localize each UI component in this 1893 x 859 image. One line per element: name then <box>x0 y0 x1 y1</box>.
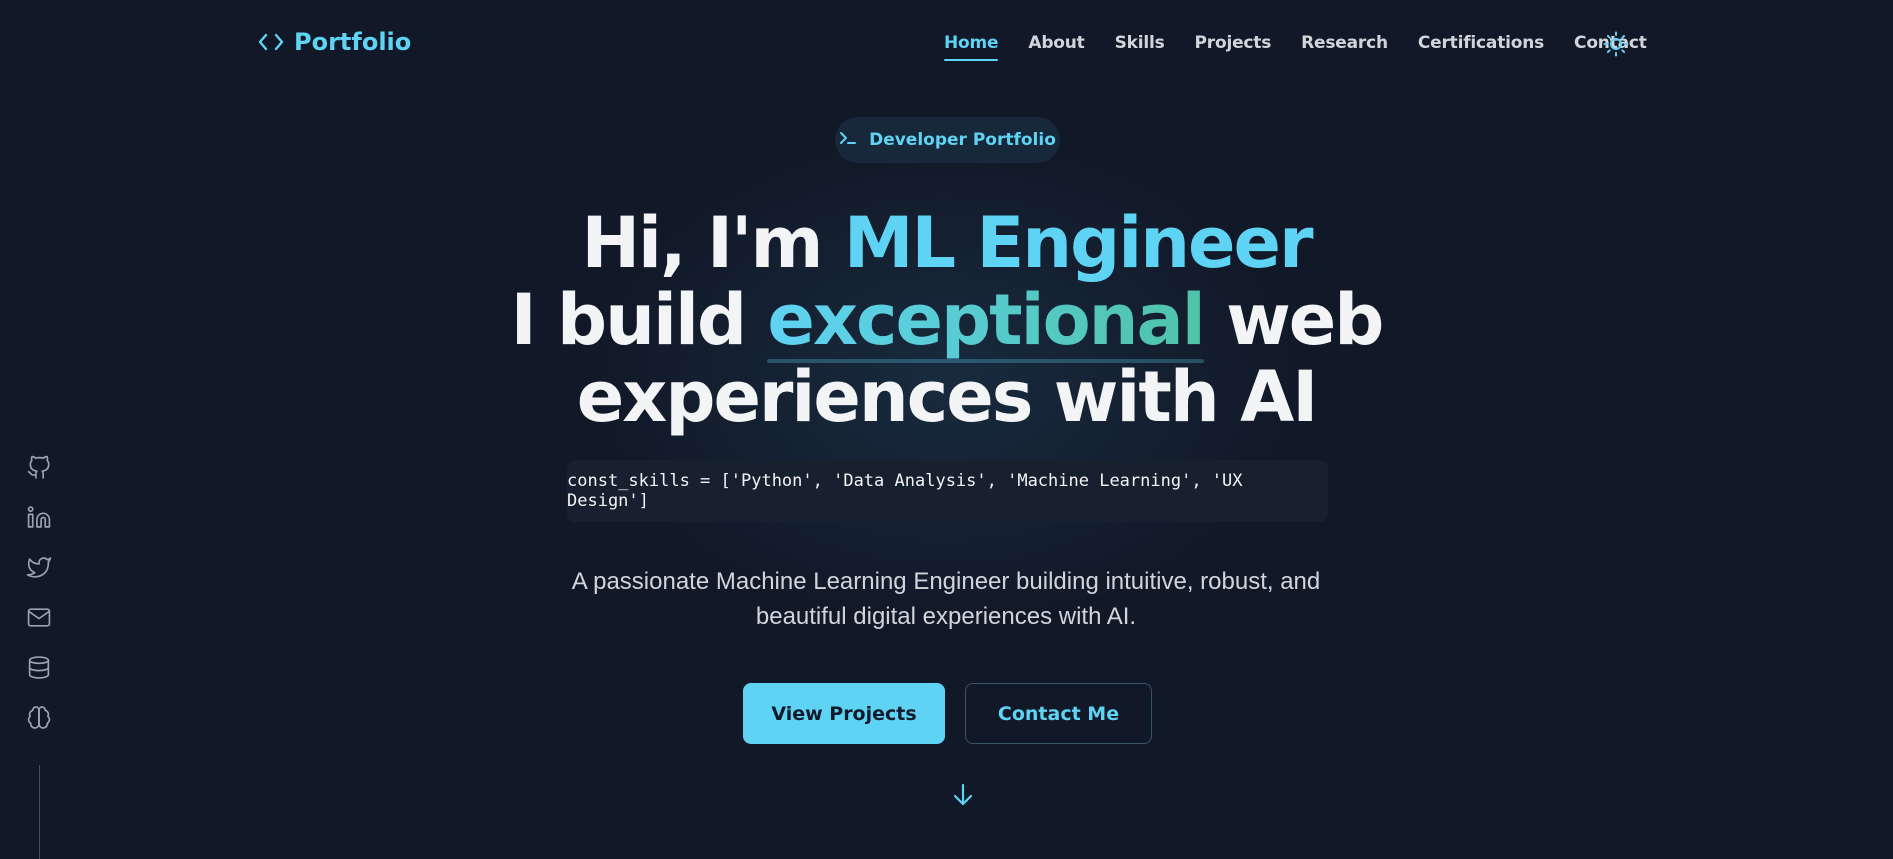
linkedin-icon <box>26 505 52 530</box>
theme-toggle-button[interactable] <box>1603 31 1629 60</box>
sun-icon <box>1603 31 1629 60</box>
brain-link[interactable] <box>26 705 52 730</box>
nav-skills[interactable]: Skills <box>1115 33 1165 57</box>
mail-link[interactable] <box>26 605 52 630</box>
social-links <box>26 455 52 730</box>
mail-icon <box>26 605 52 630</box>
logo-link[interactable]: Portfolio <box>258 28 411 56</box>
line2-prefix: I build <box>510 279 747 361</box>
badge-label: Developer Portfolio <box>869 130 1056 150</box>
developer-badge: Developer Portfolio <box>835 117 1060 163</box>
line2-suffix: web <box>1226 279 1384 361</box>
nav-about[interactable]: About <box>1028 33 1084 57</box>
twitter-icon <box>26 555 52 580</box>
nav-home[interactable]: Home <box>944 33 999 61</box>
contact-me-button[interactable]: Contact Me <box>965 683 1152 744</box>
line3-text: experiences with AI <box>576 356 1319 438</box>
linkedin-link[interactable] <box>26 505 52 530</box>
highlight-word: exceptional <box>767 279 1206 363</box>
role-text: ML Engineer <box>843 202 1314 284</box>
nav-research[interactable]: Research <box>1301 33 1388 57</box>
database-link[interactable] <box>26 655 52 680</box>
code-brackets-icon <box>258 32 284 52</box>
database-icon <box>26 655 52 680</box>
main-nav: Home About Skills Projects Research Cert… <box>944 33 1647 61</box>
github-icon <box>26 455 52 480</box>
scroll-down-button[interactable] <box>951 782 975 812</box>
social-divider-line <box>39 765 40 859</box>
terminal-icon <box>839 130 857 150</box>
hero-headline: Hi, I'm ML Engineer I build exceptional … <box>0 205 1893 436</box>
nav-certifications[interactable]: Certifications <box>1418 33 1544 57</box>
code-snippet: const_skills = ['Python', 'Data Analysis… <box>567 460 1328 522</box>
twitter-link[interactable] <box>26 555 52 580</box>
github-link[interactable] <box>26 455 52 480</box>
view-projects-button[interactable]: View Projects <box>743 683 945 744</box>
brain-icon <box>26 705 52 730</box>
page: Portfolio Home About Skills Projects Res… <box>0 0 1893 859</box>
hero-description: A passionate Machine Learning Engineer b… <box>571 568 1321 630</box>
nav-projects[interactable]: Projects <box>1195 33 1272 57</box>
arrow-down-icon <box>951 783 975 812</box>
greeting-prefix: Hi, I'm <box>581 202 823 284</box>
logo-text: Portfolio <box>294 28 412 56</box>
